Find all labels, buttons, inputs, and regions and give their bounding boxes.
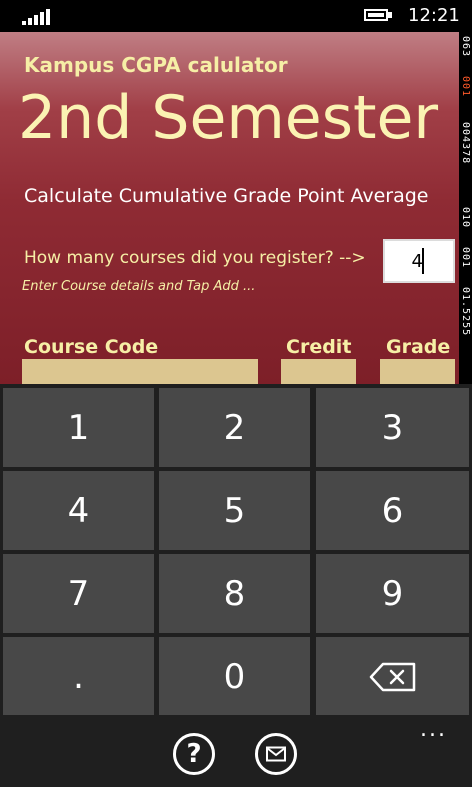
mail-icon [266,746,286,762]
semester-title: 2nd Semester [18,83,439,153]
key-8[interactable]: 8 [159,554,310,633]
key-1[interactable]: 1 [3,388,154,467]
backspace-key[interactable] [316,637,469,716]
grade-input[interactable] [380,359,455,384]
key-0[interactable]: 0 [159,637,310,716]
key-6[interactable]: 6 [316,471,469,550]
mail-button[interactable] [255,733,297,775]
courses-count-label: How many courses did you register? --> [24,248,366,268]
numeric-keypad: 1 2 3 4 5 6 7 8 9 . 0 [0,384,472,716]
help-button[interactable]: ? [173,733,215,775]
side-counter-segment: 001 [460,247,471,269]
key-5[interactable]: 5 [159,471,310,550]
side-counter-segment: 01.5255 [460,287,471,337]
key-4[interactable]: 4 [3,471,154,550]
app-bar: ? ... [0,715,472,787]
key-decimal-point[interactable]: . [3,637,154,716]
credit-input[interactable] [281,359,356,384]
key-9[interactable]: 9 [316,554,469,633]
text-caret [422,248,424,274]
more-icon[interactable]: ... [420,717,447,742]
course-code-header: Course Code [24,336,159,358]
signal-bars-icon [22,9,54,25]
key-7[interactable]: 7 [3,554,154,633]
course-code-input[interactable] [22,359,258,384]
grade-header: Grade [386,336,451,358]
key-2[interactable]: 2 [159,388,310,467]
status-bar: 12:21 [0,0,472,32]
side-counter-segment: 004378 [460,122,471,165]
help-icon: ? [186,739,202,769]
app-panel: Kampus CGPA calulator 2nd Semester Calcu… [0,32,460,384]
side-counter-segment: 001 [460,76,471,98]
battery-charging-icon [364,9,394,23]
credit-header: Credit [286,336,352,358]
subtitle: Calculate Cumulative Grade Point Average [24,185,429,207]
clock: 12:21 [408,5,460,26]
courses-count-input[interactable]: 4 [383,239,455,283]
side-counter-segment: 010 [460,207,471,229]
side-counter-segment: 063 [460,36,471,58]
key-3[interactable]: 3 [316,388,469,467]
side-counter: 063 001 004378 010 001 01.5255 [459,32,472,384]
backspace-icon [369,662,415,691]
app-title: Kampus CGPA calulator [24,53,288,77]
instruction-hint: Enter Course details and Tap Add ... [22,279,256,294]
